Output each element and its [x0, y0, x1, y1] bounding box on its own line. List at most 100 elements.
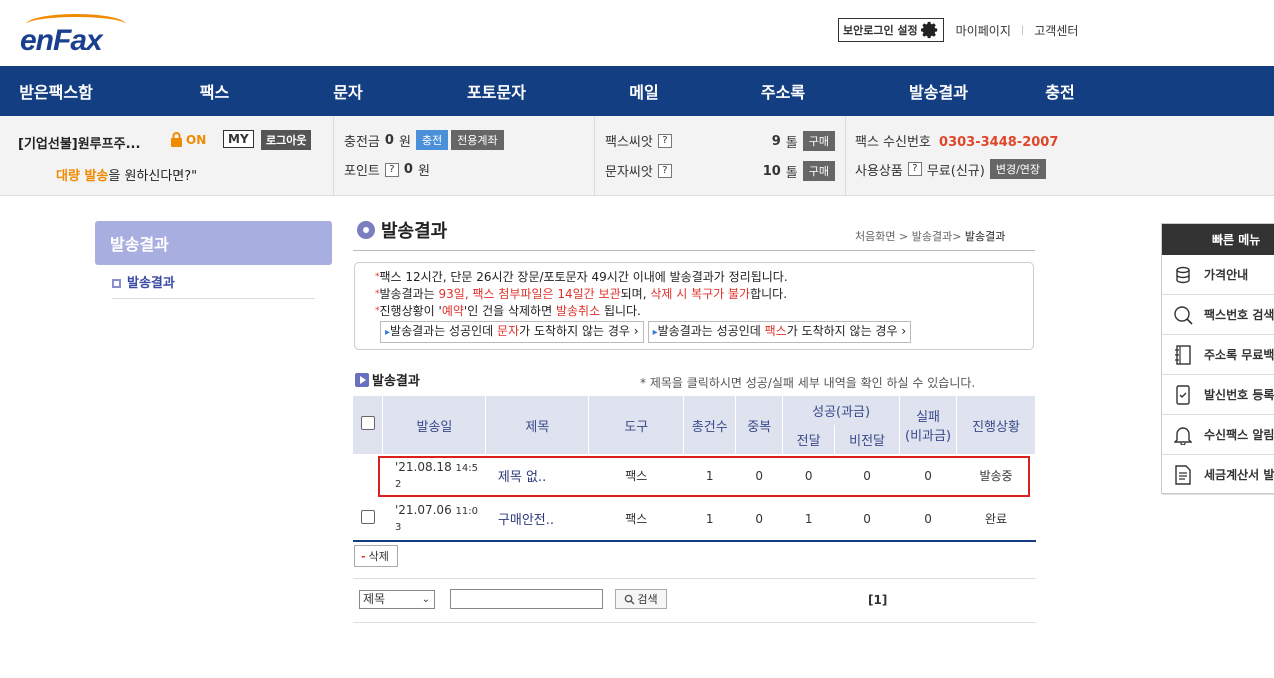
- row-undelivered: 0: [834, 497, 900, 542]
- help-icon[interactable]: ?: [907, 162, 922, 176]
- point-row: 포인트 ? 0 원: [344, 160, 430, 179]
- search-icon: [625, 594, 635, 605]
- title-divider: [353, 250, 1035, 251]
- logo-text: enFax: [20, 24, 103, 57]
- buy-sms-seed-button[interactable]: 구매: [802, 161, 835, 181]
- nav-mail[interactable]: 메일: [614, 66, 674, 116]
- nav-received-fax[interactable]: 받은팩스함: [0, 66, 112, 116]
- secure-login-button[interactable]: 보안로그인 설정: [838, 18, 944, 42]
- product-label: 사용상품: [855, 163, 903, 179]
- quick-menu-address-backup[interactable]: 주소록 무료백업: [1162, 335, 1274, 375]
- sms-seed-row: 문자씨앗 ?: [605, 161, 672, 180]
- nav-charge[interactable]: 충전: [985, 66, 1135, 116]
- account-info-bar: [기업선불]원루프주... ON MY 로그아웃 대량 발송을 원하신다면?" …: [0, 116, 1274, 196]
- point-unit: 원: [417, 164, 430, 179]
- fax-number-row: 팩스 수신번호 0303-3448-2007: [855, 131, 1058, 150]
- search-input[interactable]: [450, 589, 603, 609]
- help-icon[interactable]: ?: [384, 162, 399, 177]
- top-links: 보안로그인 설정 마이페이지 | 고객센터: [838, 18, 1078, 42]
- quick-menu-fax-alert[interactable]: 수신팩스 알림: [1162, 415, 1274, 455]
- lock-status-text: ON: [186, 132, 207, 147]
- address-book-icon: [1175, 344, 1191, 365]
- breadcrumb-home[interactable]: 처음화면: [855, 230, 895, 243]
- search-button[interactable]: 검색: [615, 589, 667, 609]
- col-subject: 제목: [485, 396, 590, 454]
- row-duplicate: 0: [735, 497, 783, 542]
- fax-number-label: 팩스 수신번호: [855, 135, 931, 150]
- invoice-icon: [1175, 464, 1191, 485]
- col-date: 발송일: [382, 396, 487, 454]
- delete-label: 삭제: [368, 550, 389, 563]
- breadcrumb-mid[interactable]: 발송결과: [912, 230, 952, 243]
- search-field-select[interactable]: 제목 ⌄: [359, 590, 435, 609]
- highlight-box: [378, 456, 1030, 497]
- row-checkbox-cell: [353, 497, 383, 542]
- pagination-current[interactable]: [1]: [868, 593, 887, 607]
- nav-fax[interactable]: 팩스: [112, 66, 317, 116]
- logout-button[interactable]: 로그아웃: [261, 130, 312, 150]
- bulk-send-promo[interactable]: 대량 발송을 원하신다면?": [56, 165, 197, 184]
- secure-login-label: 보안로그인 설정: [843, 24, 918, 37]
- quick-menu-tax-invoice[interactable]: 세금계산서 발행: [1162, 455, 1274, 495]
- my-button[interactable]: MY: [223, 130, 254, 148]
- fax-seed-value: 9: [771, 133, 781, 149]
- promo-highlight: 대량 발송: [56, 169, 109, 184]
- buy-fax-seed-button[interactable]: 구매: [802, 131, 835, 151]
- charge-unit: 원: [398, 134, 411, 150]
- change-extend-button[interactable]: 변경/연장: [989, 159, 1047, 179]
- row-delivered: 1: [782, 497, 835, 542]
- nav-sms[interactable]: 문자: [317, 66, 379, 116]
- chevron-right-icon: ›: [633, 324, 639, 338]
- divider: [845, 116, 846, 195]
- row-tool: 팩스: [588, 497, 684, 542]
- bullet-icon: [112, 279, 121, 288]
- notice-box: *팩스 12시간, 단문 26시간 장문/포토문자 49시간 이내에 발송결과가…: [354, 262, 1034, 350]
- fax-seed-value-row: 9 톨 구매: [740, 131, 835, 151]
- lock-status[interactable]: ON: [170, 132, 206, 147]
- help-icon[interactable]: ?: [657, 133, 672, 148]
- charge-row: 충전금 0 원 충전 전용계좌: [344, 130, 504, 150]
- sidebar-item-label: 발송결과: [127, 276, 175, 291]
- sms-not-arrived-help-button[interactable]: ▸발송결과는 성공인데 문자가 도착하지 않는 경우 ›: [380, 321, 644, 343]
- quick-menu-pricing[interactable]: 가격안내: [1162, 255, 1274, 295]
- col-total: 총건수: [683, 396, 737, 454]
- dedicated-account-button[interactable]: 전용계좌: [451, 130, 504, 150]
- table-row[interactable]: '21.07.06 11:0 3 구매안전.. 팩스 1 0 1 0 0 완료: [353, 497, 1036, 542]
- mypage-link[interactable]: 마이페이지: [956, 22, 1011, 39]
- nav-photo-sms[interactable]: 포토문자: [379, 66, 614, 116]
- lock-icon: [171, 132, 182, 147]
- nav-send-result[interactable]: 발송결과: [892, 66, 985, 116]
- gear-icon: [920, 21, 937, 39]
- product-value: 무료(신규): [926, 163, 985, 179]
- select-all-header: [353, 396, 384, 454]
- nav-address-book[interactable]: 주소록: [674, 66, 892, 116]
- charge-button[interactable]: 충전: [415, 130, 449, 150]
- title-bullet-icon: [357, 221, 375, 239]
- chevron-down-icon: ⌄: [421, 594, 430, 605]
- fax-not-arrived-help-button[interactable]: ▸발송결과는 성공인데 팩스가 도착하지 않는 경우 ›: [647, 321, 912, 343]
- breadcrumb-current: 발송결과: [964, 230, 1006, 243]
- quick-menu: 빠른 메뉴 가격안내 팩스번호 검색 주소록 무료백업 발신번호 등록 수신팩스…: [1161, 223, 1274, 495]
- quick-menu-fax-number-search[interactable]: 팩스번호 검색: [1162, 295, 1274, 335]
- delete-button[interactable]: - 삭제: [354, 545, 398, 567]
- select-all-checkbox[interactable]: [360, 416, 375, 430]
- row-checkbox[interactable]: [360, 510, 375, 524]
- section-title-text: 발송결과: [372, 374, 420, 389]
- col-tool: 도구: [588, 396, 685, 454]
- row-total: 1: [683, 497, 736, 542]
- divider: [333, 116, 334, 195]
- product-row: 사용상품 ? 무료(신규) 변경/연장: [855, 159, 1047, 179]
- help-icon[interactable]: ?: [657, 163, 672, 178]
- fax-seed-label: 팩스씨앗: [605, 135, 653, 150]
- sidebar-item-send-result[interactable]: 발송결과: [112, 272, 315, 299]
- row-fail: 0: [899, 497, 957, 542]
- row-subject-link[interactable]: 구매안전..: [485, 497, 589, 542]
- quick-menu-sender-number[interactable]: 발신번호 등록: [1162, 375, 1274, 415]
- notice-line-1: *팩스 12시간, 단문 26시간 장문/포토문자 49시간 이내에 발송결과가…: [375, 270, 788, 284]
- search-icon: [1174, 305, 1193, 325]
- enfax-logo[interactable]: enFax: [18, 14, 133, 57]
- chevron-right-icon: ›: [901, 324, 907, 338]
- notice-line-2: *발송결과는 93일, 팩스 첨부파일은 14일간 보관되며, 삭제 시 복구가…: [375, 287, 788, 301]
- play-icon: [355, 372, 369, 387]
- support-link[interactable]: 고객센터: [1034, 22, 1078, 39]
